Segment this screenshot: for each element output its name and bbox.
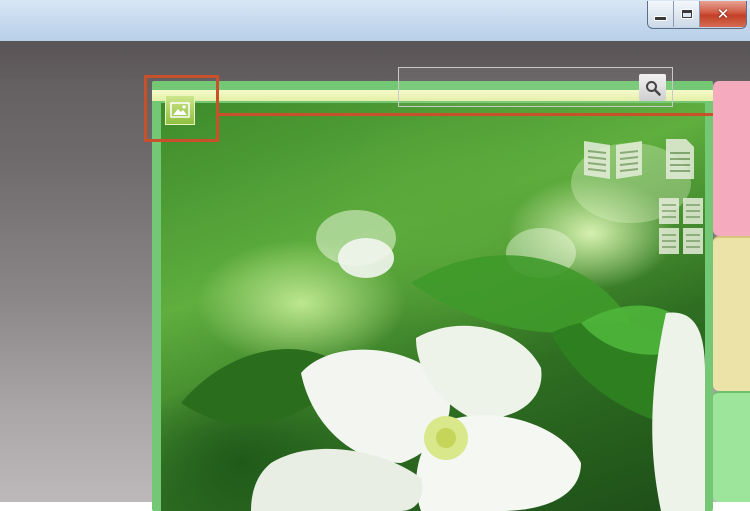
callout-line bbox=[219, 113, 750, 116]
four-page-view-icon[interactable] bbox=[657, 196, 705, 256]
two-page-view-icon[interactable] bbox=[582, 137, 644, 181]
side-tab-green[interactable] bbox=[713, 391, 750, 502]
search-icon bbox=[645, 80, 661, 96]
side-tab-pink[interactable] bbox=[713, 81, 750, 236]
search-button[interactable] bbox=[639, 74, 666, 101]
close-button[interactable]: ✕ bbox=[700, 1, 746, 27]
single-page-view-icon[interactable] bbox=[664, 137, 696, 181]
side-tab-yellow[interactable] bbox=[713, 236, 750, 391]
minimize-icon bbox=[654, 15, 667, 21]
window-controls: ✕ bbox=[647, 1, 747, 29]
window-title-bar: ✕ bbox=[0, 0, 750, 41]
maximize-icon bbox=[680, 9, 693, 19]
highlight-annotation bbox=[144, 75, 219, 142]
minimize-button[interactable] bbox=[648, 1, 674, 27]
search-box[interactable] bbox=[398, 67, 673, 107]
maximize-button[interactable] bbox=[674, 1, 700, 27]
close-icon: ✕ bbox=[716, 5, 730, 23]
